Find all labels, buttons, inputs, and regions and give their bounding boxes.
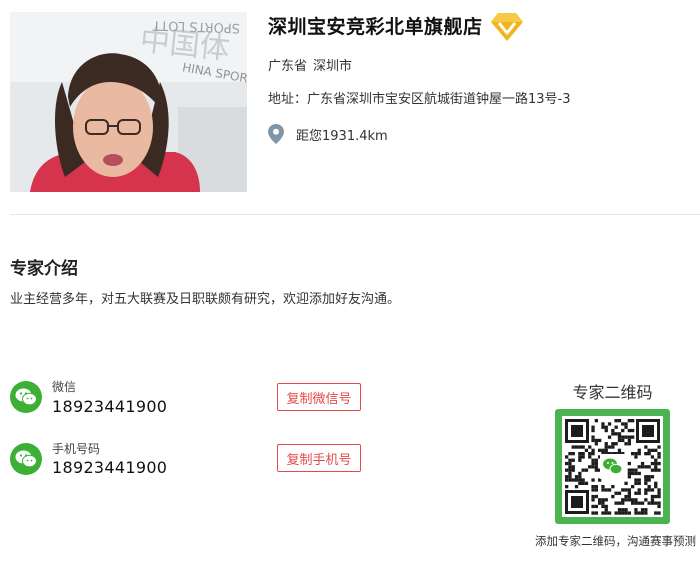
store-name: 深圳宝安竞彩北单旗舰店 <box>268 16 483 38</box>
qr-code <box>555 409 670 524</box>
qr-title: 专家二维码 <box>572 383 653 402</box>
store-photo: 中国体 SPORTS LOTT HINA SPORTS <box>10 12 247 192</box>
store-province: 广东省 <box>268 59 308 74</box>
wechat-label: 微信 <box>52 380 77 394</box>
store-distance: 距您1931.4km <box>296 128 388 144</box>
vip-diamond-icon <box>491 13 523 41</box>
copy-wechat-button[interactable]: 复制微信号 <box>277 383 361 411</box>
wechat-icon <box>10 443 42 475</box>
copy-phone-button[interactable]: 复制手机号 <box>277 444 361 472</box>
photo-sign-text: SPORTS LOTT <box>152 17 240 35</box>
phone-label: 手机号码 <box>52 442 101 456</box>
phone-value: 18923441900 <box>52 458 168 477</box>
store-city: 深圳市 <box>313 59 353 74</box>
expert-intro: 业主经营多年，对五大联赛及日职联颇有研究，欢迎添加好友沟通。 <box>10 292 401 307</box>
wechat-icon <box>10 381 42 413</box>
store-address: 地址：广东省深圳市宝安区航城街道钟屋一路13号-3 <box>268 92 571 107</box>
store-region: 广东省 深圳市 <box>268 55 352 74</box>
location-pin-icon <box>268 124 284 144</box>
qr-caption: 添加专家二维码，沟通赛事预测 <box>535 534 696 548</box>
wechat-value: 18923441900 <box>52 397 168 416</box>
store-distance-row: 距您1931.4km <box>268 124 388 144</box>
expert-section-title: 专家介绍 <box>10 259 78 279</box>
section-divider <box>10 214 700 215</box>
